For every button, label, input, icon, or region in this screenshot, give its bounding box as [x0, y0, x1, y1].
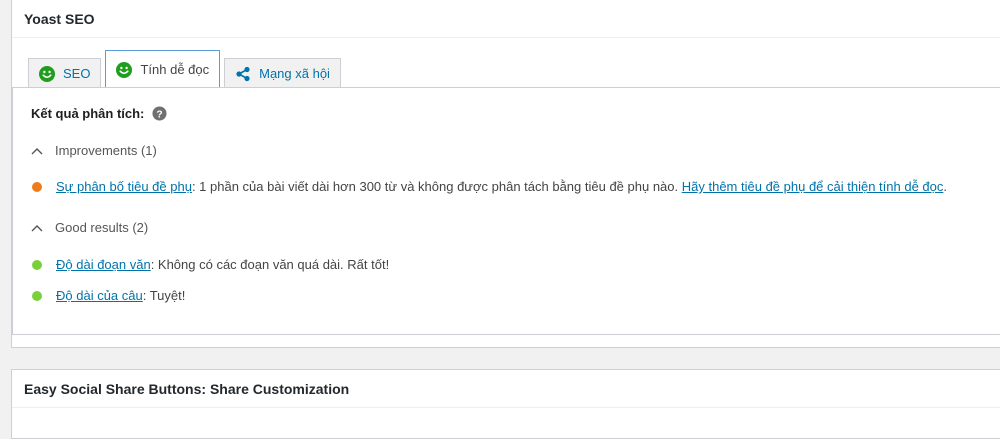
ess-customization-metabox: Easy Social Share Buttons: Share Customi… [11, 369, 1000, 439]
svg-text:?: ? [157, 109, 163, 120]
smiley-face-icon [116, 61, 133, 78]
analysis-heading-text: Kết quả phân tích: [31, 106, 145, 121]
tab-social[interactable]: Mạng xã hội [224, 58, 341, 88]
result-text: : Không có các đoạn văn quá dài. Rất tốt… [150, 257, 390, 272]
ess-metabox-header[interactable]: Easy Social Share Buttons: Share Customi… [12, 370, 1000, 408]
good-results-toggle-label: Good results (2) [55, 220, 149, 235]
result-link-subheading-distribution[interactable]: Sự phân bố tiêu đề phụ [56, 179, 192, 194]
status-bullet-good [32, 259, 42, 270]
list-item: Độ dài đoạn văn : Không có các đoạn văn … [32, 257, 389, 272]
status-bullet-bad [32, 181, 42, 192]
tab-readability-label: Tính dễ đọc [140, 62, 210, 77]
tab-seo-label: SEO [63, 66, 91, 81]
tab-readability[interactable]: Tính dễ đọc [105, 50, 221, 89]
analysis-heading: Kết quả phân tích: ? [31, 106, 167, 121]
good-results-toggle[interactable]: Good results (2) [31, 220, 148, 235]
result-tail: . [943, 179, 947, 194]
yoast-metabox-header[interactable]: Yoast SEO [12, 0, 1000, 38]
share-icon [236, 66, 250, 81]
tab-seo[interactable]: SEO [28, 58, 102, 88]
readability-panel: Kết quả phân tích: ? Improvements (1) Sự… [12, 87, 1000, 335]
result-link-sentence-length[interactable]: Độ dài của câu [56, 288, 143, 303]
ess-metabox-title: Easy Social Share Buttons: Share Customi… [24, 380, 350, 397]
result-link-paragraph-length[interactable]: Độ dài đoạn văn [56, 257, 151, 272]
improvements-toggle-label: Improvements (1) [55, 143, 157, 158]
yoast-metabox-title: Yoast SEO [24, 10, 95, 27]
chevron-up-icon [31, 147, 43, 154]
result-text: : 1 phần của bài viết dài hơn 300 từ và … [191, 179, 682, 194]
add-subheadings-link[interactable]: Hãy thêm tiêu đề phụ để cải thiện tính d… [682, 179, 944, 194]
tab-social-label: Mạng xã hội [259, 66, 330, 81]
list-item: Sự phân bố tiêu đề phụ : 1 phần của bài … [32, 179, 947, 194]
chevron-up-icon [31, 224, 43, 231]
yoast-tabs: SEO Tính dễ đọc Mạng xã hội [28, 48, 345, 89]
list-item: Độ dài của câu : Tuyệt! [32, 288, 185, 303]
smiley-face-icon [39, 65, 55, 82]
status-bullet-good [32, 290, 42, 301]
help-icon[interactable]: ? [152, 106, 167, 121]
result-text: : Tuyệt! [142, 288, 186, 303]
improvements-toggle[interactable]: Improvements (1) [31, 143, 157, 158]
